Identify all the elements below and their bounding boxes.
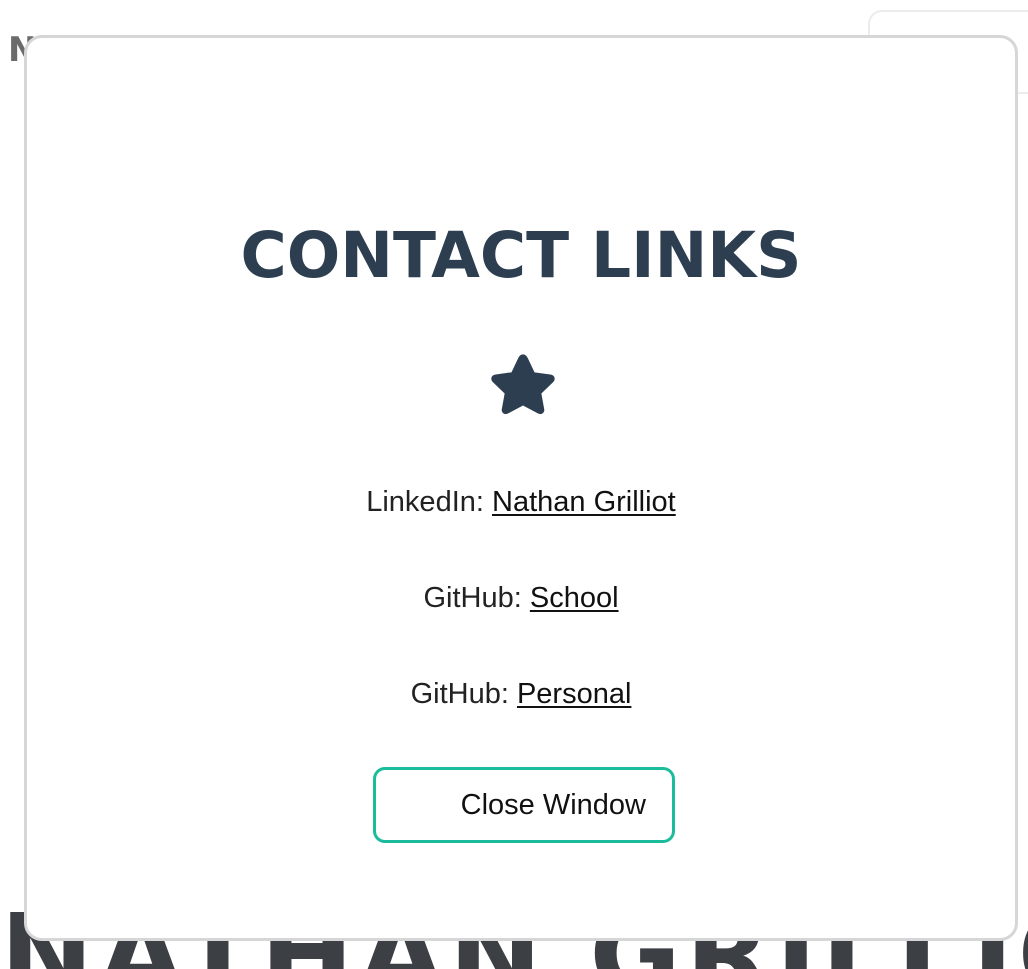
linkedin-row: LinkedIn: Nathan Grilliot <box>27 485 1015 520</box>
github-school-row: GitHub: School <box>27 581 1015 616</box>
github-school-link[interactable]: School <box>530 582 619 614</box>
github-personal-link[interactable]: Personal <box>517 678 631 710</box>
close-window-button[interactable]: Close Window <box>373 767 675 843</box>
contact-modal: CONTACT LINKS LinkedIn: Nathan Grilliot … <box>24 35 1018 941</box>
github-personal-row: GitHub: Personal <box>27 677 1015 712</box>
linkedin-link[interactable]: Nathan Grilliot <box>492 486 676 518</box>
modal-title: CONTACT LINKS <box>240 219 802 292</box>
github-personal-label: GitHub: <box>410 678 509 710</box>
github-school-label: GitHub: <box>423 582 522 614</box>
star-icon <box>491 354 555 415</box>
linkedin-label: LinkedIn: <box>366 486 484 518</box>
